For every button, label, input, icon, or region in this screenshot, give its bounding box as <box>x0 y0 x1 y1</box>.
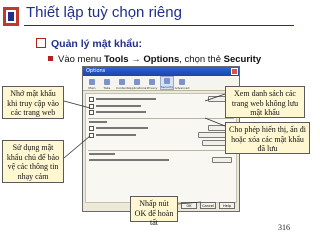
advanced-tab-icon <box>179 79 185 85</box>
tab-content-label: Content <box>116 86 128 90</box>
tab-privacy-label: Privacy <box>146 86 158 90</box>
help-button[interactable]: Help <box>219 202 235 209</box>
title-divider <box>24 25 294 26</box>
option-text <box>96 98 156 100</box>
callout-exceptions-list: Xem danh sách các trang web không lưu mậ… <box>225 86 305 118</box>
tab-applications-label: Applications <box>127 86 147 90</box>
option-text <box>89 159 169 161</box>
security-panel <box>85 93 237 203</box>
tab-advanced[interactable]: Advanced <box>175 76 189 90</box>
section-label-text <box>89 153 115 155</box>
checkbox-bullet-icon <box>36 38 46 48</box>
option-text <box>96 111 146 113</box>
bullet2-prefix: Vào menu <box>58 54 104 65</box>
option-row[interactable] <box>89 96 156 102</box>
bullet2-tools: Tools <box>103 54 129 65</box>
remember-passwords-option[interactable] <box>89 125 148 131</box>
bullet-menu-instruction: Vào menu Tools → Options, chọn thẻ Secur… <box>48 54 261 65</box>
warning-messages-group <box>88 150 234 151</box>
ok-button[interactable]: OK <box>181 202 197 209</box>
slide-title: Thiết lập tuỳ chọn riêng <box>26 4 182 21</box>
option-text <box>96 127 148 129</box>
dialog-title: Options <box>86 68 106 74</box>
tab-security-label: Security <box>160 85 174 89</box>
main-tab-icon <box>89 79 95 85</box>
checkbox[interactable] <box>89 96 94 102</box>
bullet-password-management: Quản lý mật khẩu: <box>36 38 142 50</box>
tabs-tab-icon <box>104 79 110 85</box>
bullet2-mid: , chọn thẻ <box>179 54 224 65</box>
section-label-text <box>89 121 107 123</box>
option-row[interactable] <box>89 109 146 115</box>
passwords-group <box>88 118 234 119</box>
warning-text <box>89 158 169 162</box>
callout-saved-passwords: Cho phép hiển thị, ẩn đi hoặc xóa các mậ… <box>225 122 310 154</box>
master-password-option[interactable] <box>89 132 136 138</box>
security-tab-icon <box>164 78 170 84</box>
dialog-tabs: Main Tabs Content Applications Privacy S… <box>83 76 239 91</box>
tab-security[interactable]: Security <box>160 76 174 90</box>
bullet2-options: Options <box>143 54 180 65</box>
checkbox[interactable] <box>89 125 94 131</box>
bullet2-security: Security <box>223 54 262 65</box>
square-bullet-icon <box>48 56 53 61</box>
content-tab-icon <box>119 79 125 85</box>
callout-ok-button: Nhấp nút OK để hoàn tất <box>130 196 178 227</box>
cancel-button[interactable]: Cancel <box>200 202 216 209</box>
tab-main-label: Main <box>88 86 96 90</box>
checkbox[interactable] <box>89 109 94 115</box>
option-text <box>96 134 136 136</box>
logo-icon <box>3 7 19 26</box>
tab-privacy[interactable]: Privacy <box>145 76 159 90</box>
option-text <box>96 105 141 107</box>
option-row[interactable] <box>89 103 141 109</box>
checkbox[interactable] <box>89 132 94 138</box>
tab-advanced-label: Advanced <box>174 86 190 90</box>
tab-tabs[interactable]: Tabs <box>100 76 114 90</box>
close-icon[interactable] <box>231 68 238 75</box>
page-number: 316 <box>278 223 290 232</box>
bullet1-text: Quản lý mật khẩu: <box>51 38 143 50</box>
options-dialog: Options Main Tabs Content Applications P… <box>82 66 240 212</box>
dialog-titlebar: Options <box>83 67 239 76</box>
applications-tab-icon <box>134 79 140 85</box>
callout-master-password: Sử dụng mật khẩu chủ để bảo vệ các thông… <box>2 140 64 183</box>
checkbox[interactable] <box>89 103 94 109</box>
callout-remember-passwords: Nhớ mật khẩu khi truy cập vào các trang … <box>2 86 64 119</box>
tab-main[interactable]: Main <box>85 76 99 90</box>
tab-tabs-label: Tabs <box>103 86 111 90</box>
settings-button[interactable] <box>212 157 232 163</box>
warning-section-label <box>89 152 115 156</box>
arrow-right-icon: → <box>131 54 141 65</box>
passwords-section-label <box>89 120 107 124</box>
privacy-tab-icon <box>149 79 155 85</box>
tab-applications[interactable]: Applications <box>127 76 147 90</box>
